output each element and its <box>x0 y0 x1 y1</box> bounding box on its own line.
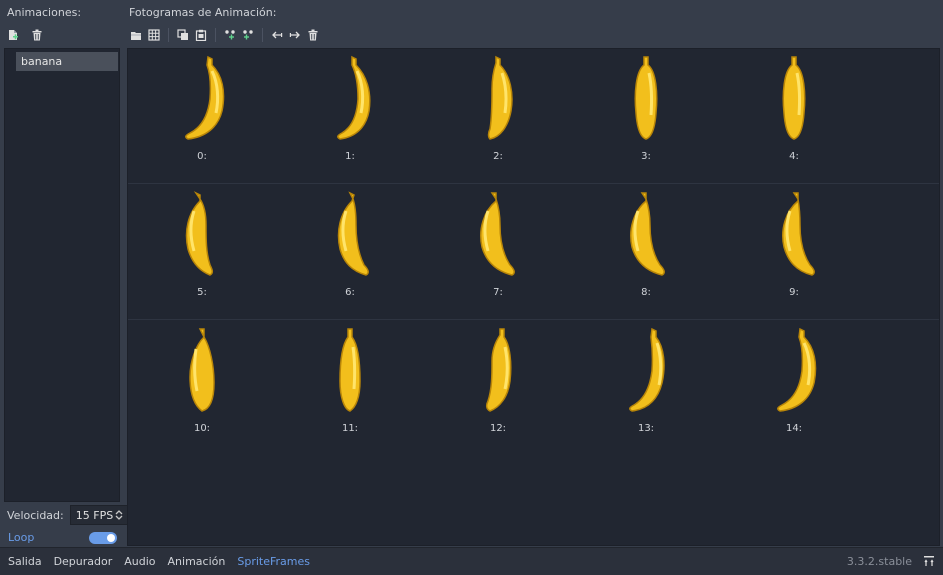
banana-sprite <box>185 191 214 276</box>
frame-label: 12: <box>489 423 507 434</box>
banana-sprite <box>337 191 369 276</box>
frame-label: 11: <box>341 423 359 434</box>
frame-0[interactable]: 0: <box>128 49 276 185</box>
frame-6[interactable]: 6: <box>276 185 424 321</box>
frame-row: 10: 11: 12: 13: 14: <box>128 321 939 457</box>
loop-toggle[interactable] <box>89 532 117 544</box>
speed-row: Velocidad: 15 FPS <box>7 505 128 525</box>
frame-9[interactable]: 9: <box>720 185 868 321</box>
tab-salida[interactable]: Salida <box>8 555 42 568</box>
tab-depurador[interactable]: Depurador <box>54 555 113 568</box>
arrow-left-icon <box>272 31 283 39</box>
animations-panel: Animaciones: banana Velocidad: 15 FPS Lo… <box>0 0 128 547</box>
bottom-panel-bar: Salida Depurador Audio Animación SpriteF… <box>0 547 943 575</box>
frame-label: 9: <box>789 287 799 298</box>
spin-arrows-icon[interactable] <box>114 509 124 521</box>
frame-3[interactable]: 3: <box>572 49 720 185</box>
frames-toolbar <box>127 26 322 44</box>
expand-panel-icon[interactable] <box>923 555 935 567</box>
frame-label: 4: <box>789 151 799 162</box>
copy-frame-button[interactable] <box>174 26 192 44</box>
frame-label: 5: <box>197 287 207 298</box>
frame-label: 0: <box>197 151 207 162</box>
frame-2[interactable]: 2: <box>424 49 572 185</box>
load-frames-button[interactable] <box>127 26 145 44</box>
paste-frame-button[interactable] <box>192 26 210 44</box>
banana-sprite <box>339 328 361 412</box>
new-file-icon <box>9 30 18 40</box>
new-animation-button[interactable] <box>4 26 22 44</box>
loop-label: Loop <box>8 531 35 544</box>
frame-7[interactable]: 7: <box>424 185 572 321</box>
bottom-tabs: Salida Depurador Audio Animación SpriteF… <box>8 555 310 568</box>
frame-8[interactable]: 8: <box>572 185 720 321</box>
frame-label: 6: <box>345 287 355 298</box>
delete-frame-button[interactable] <box>304 26 322 44</box>
animations-title: Animaciones: <box>7 6 82 19</box>
banana-sprite <box>782 192 815 276</box>
frames-title: Fotogramas de Animación: <box>129 6 277 19</box>
frame-14[interactable]: 14: <box>720 321 868 457</box>
frame-label: 8: <box>641 287 651 298</box>
loop-row: Loop <box>7 530 117 546</box>
move-frame-right-button[interactable] <box>286 26 304 44</box>
frame-label: 2: <box>493 151 503 162</box>
animation-list: banana <box>4 48 120 502</box>
version-label: 3.3.2.stable <box>846 555 912 568</box>
frame-11[interactable]: 11: <box>276 321 424 457</box>
speed-spinbox[interactable]: 15 FPS <box>69 505 128 525</box>
tab-audio[interactable]: Audio <box>124 555 155 568</box>
folder-icon <box>131 32 141 40</box>
frame-label: 14: <box>785 423 803 434</box>
insert-before-icon <box>225 30 235 40</box>
frame-10[interactable]: 10: <box>128 321 276 457</box>
frame-label: 13: <box>637 423 655 434</box>
trash-icon <box>32 29 42 41</box>
banana-sprite <box>487 55 513 140</box>
banana-sprite <box>480 192 515 276</box>
toggle-knob <box>107 534 115 542</box>
copy-icon <box>177 29 188 40</box>
animation-item-banana[interactable]: banana <box>16 52 118 71</box>
load-spritesheet-button[interactable] <box>145 26 163 44</box>
tab-animacion[interactable]: Animación <box>168 555 226 568</box>
frame-label: 3: <box>641 151 651 162</box>
speed-value: 15 FPS <box>75 508 114 522</box>
frame-row: 5: 6: 7: 8: 9: <box>128 185 939 321</box>
arrow-right-icon <box>289 31 300 39</box>
frame-13[interactable]: 13: <box>572 321 720 457</box>
frame-label: 7: <box>493 287 503 298</box>
frame-4[interactable]: 4: <box>720 49 868 185</box>
banana-sprite <box>630 192 665 276</box>
toolbar-separator <box>168 28 169 42</box>
banana-sprite <box>782 56 806 140</box>
banana-sprite <box>189 328 215 412</box>
frame-1[interactable]: 1: <box>276 49 424 185</box>
insert-after-icon <box>243 30 253 40</box>
toolbar-separator <box>215 28 216 42</box>
insert-empty-before-button[interactable] <box>221 26 239 44</box>
grid-icon <box>148 29 160 41</box>
frames-grid: 0: 1: 2: 3: 4: 5: 6: 7: 8: 9: 10: 11: 12… <box>127 48 940 546</box>
frame-12[interactable]: 12: <box>424 321 572 457</box>
tab-spriteframes[interactable]: SpriteFrames <box>237 555 310 568</box>
trash-icon <box>308 29 318 41</box>
frame-label: 10: <box>193 423 211 434</box>
banana-sprite <box>485 328 512 412</box>
delete-animation-button[interactable] <box>28 26 46 44</box>
banana-sprite <box>629 327 665 412</box>
animations-toolbar <box>4 26 46 44</box>
banana-sprite <box>634 56 658 140</box>
banana-sprite <box>185 55 225 140</box>
frame-label: 1: <box>345 151 355 162</box>
frame-5[interactable]: 5: <box>128 185 276 321</box>
toolbar-separator <box>262 28 263 42</box>
banana-sprite <box>337 55 371 140</box>
speed-label: Velocidad: <box>7 508 64 522</box>
banana-sprite <box>777 327 817 412</box>
insert-empty-after-button[interactable] <box>239 26 257 44</box>
clipboard-icon <box>195 29 207 41</box>
frame-row: 0: 1: 2: 3: 4: <box>128 49 939 185</box>
move-frame-left-button[interactable] <box>268 26 286 44</box>
